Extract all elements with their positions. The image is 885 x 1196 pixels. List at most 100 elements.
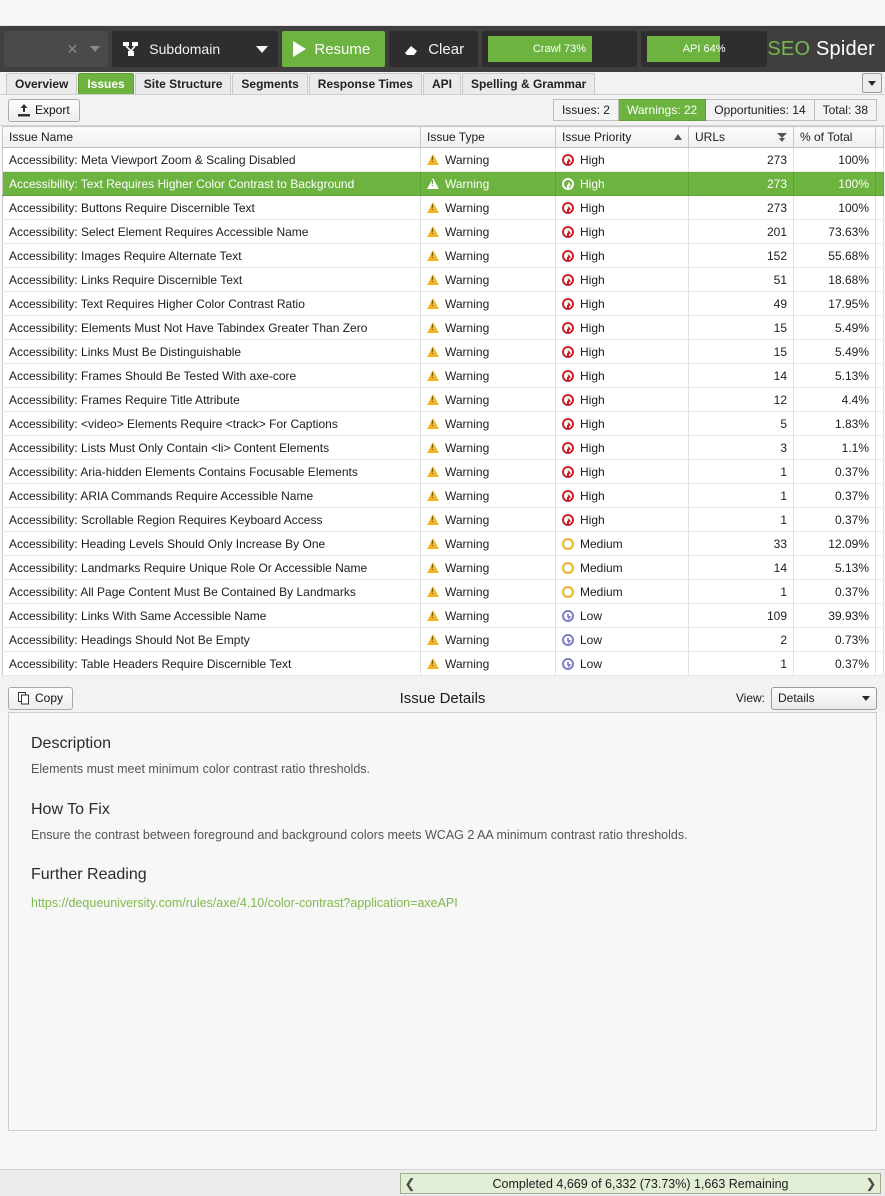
cell-issue-name: Accessibility: Landmarks Require Unique … (3, 556, 421, 580)
cell-issue-priority: Low (556, 604, 689, 628)
tab-overview[interactable]: Overview (6, 73, 77, 94)
chevron-down-icon[interactable] (90, 46, 100, 52)
cell-issue-name: Accessibility: Links With Same Accessibl… (3, 604, 421, 628)
tab-overflow-button[interactable] (862, 73, 882, 93)
issue-type-label: Warning (445, 153, 489, 167)
warning-icon (427, 634, 439, 645)
chevron-right-icon[interactable]: ❯ (862, 1177, 880, 1190)
issue-type-label: Warning (445, 513, 489, 527)
sort-ascending-icon[interactable] (674, 134, 682, 140)
table-row[interactable]: Accessibility: Meta Viewport Zoom & Scal… (3, 148, 884, 172)
view-select[interactable]: Details (771, 687, 877, 710)
col-header-extra[interactable]: ✚ (876, 127, 884, 148)
priority-label: High (580, 345, 605, 359)
crawl-scope-label: Subdomain (149, 41, 220, 57)
col-header-label: % of Total (800, 130, 852, 144)
table-row[interactable]: Accessibility: Buttons Require Discernib… (3, 196, 884, 220)
col-header-urls[interactable]: URLs (689, 127, 794, 148)
issue-type-label: Warning (445, 561, 489, 575)
cell-issue-priority: Medium (556, 532, 689, 556)
table-row[interactable]: Accessibility: Links Must Be Distinguish… (3, 340, 884, 364)
filter-icon[interactable] (777, 133, 787, 142)
cell-issue-priority: High (556, 220, 689, 244)
table-row[interactable]: Accessibility: Heading Levels Should Onl… (3, 532, 884, 556)
export-button[interactable]: Export (8, 99, 80, 122)
table-row[interactable]: Accessibility: All Page Content Must Be … (3, 580, 884, 604)
table-row[interactable]: Accessibility: ARIA Commands Require Acc… (3, 484, 884, 508)
priority-icon (562, 466, 574, 478)
priority-icon (562, 538, 574, 550)
cell-extra (876, 364, 884, 388)
cell-pct-of-total: 18.68% (794, 268, 876, 292)
counter-1[interactable]: Warnings: 22 (619, 99, 706, 121)
cell-pct-of-total: 5.13% (794, 556, 876, 580)
cell-issue-name: Accessibility: Table Headers Require Dis… (3, 652, 421, 676)
col-header-issue-priority[interactable]: Issue Priority (556, 127, 689, 148)
table-row[interactable]: Accessibility: Links With Same Accessibl… (3, 604, 884, 628)
tab-issues[interactable]: Issues (78, 73, 133, 94)
clear-button[interactable]: Clear (389, 31, 478, 67)
table-row[interactable]: Accessibility: Frames Should Be Tested W… (3, 364, 884, 388)
col-header-issue-type[interactable]: Issue Type (421, 127, 556, 148)
cell-extra (876, 388, 884, 412)
cell-issue-priority: High (556, 292, 689, 316)
crawl-scope-dropdown[interactable]: Subdomain (112, 31, 278, 67)
chevron-down-icon[interactable] (256, 46, 268, 53)
tab-spelling-grammar[interactable]: Spelling & Grammar (462, 73, 595, 94)
cell-pct-of-total: 12.09% (794, 532, 876, 556)
table-row[interactable]: Accessibility: Scrollable Region Require… (3, 508, 884, 532)
cell-pct-of-total: 5.49% (794, 340, 876, 364)
table-row[interactable]: Accessibility: Elements Must Not Have Ta… (3, 316, 884, 340)
tab-segments[interactable]: Segments (232, 73, 307, 94)
warning-icon (427, 298, 439, 309)
table-row[interactable]: Accessibility: Table Headers Require Dis… (3, 652, 884, 676)
cell-extra (876, 220, 884, 244)
table-row[interactable]: Accessibility: Select Element Requires A… (3, 220, 884, 244)
cell-issue-type: Warning (421, 268, 556, 292)
cell-issue-priority: High (556, 268, 689, 292)
tab-site-structure[interactable]: Site Structure (135, 73, 232, 94)
counter-2[interactable]: Opportunities: 14 (706, 99, 814, 121)
cell-urls: 5 (689, 412, 794, 436)
further-reading-link[interactable]: https://dequeuniversity.com/rules/axe/4.… (31, 896, 458, 910)
priority-label: High (580, 177, 605, 191)
warning-icon (427, 274, 439, 285)
table-row[interactable]: Accessibility: Landmarks Require Unique … (3, 556, 884, 580)
resume-button[interactable]: Resume (282, 31, 385, 67)
chevron-left-icon[interactable]: ❮ (401, 1177, 419, 1190)
col-header--of-total[interactable]: % of Total (794, 127, 876, 148)
priority-label: Medium (580, 585, 623, 599)
cell-urls: 1 (689, 580, 794, 604)
table-row[interactable]: Accessibility: Aria-hidden Elements Cont… (3, 460, 884, 484)
table-row[interactable]: Accessibility: Text Requires Higher Colo… (3, 172, 884, 196)
issue-type-label: Warning (445, 465, 489, 479)
cell-issue-priority: High (556, 508, 689, 532)
table-row[interactable]: Accessibility: Headings Should Not Be Em… (3, 628, 884, 652)
cell-pct-of-total: 0.37% (794, 580, 876, 604)
priority-icon (562, 490, 574, 502)
copy-button[interactable]: Copy (8, 687, 73, 710)
issue-type-label: Warning (445, 609, 489, 623)
table-row[interactable]: Accessibility: Text Requires Higher Colo… (3, 292, 884, 316)
counter-3[interactable]: Total: 38 (815, 99, 877, 121)
priority-icon (562, 394, 574, 406)
col-header-issue-name[interactable]: Issue Name (3, 127, 421, 148)
eraser-icon (403, 42, 420, 57)
close-icon[interactable]: ✕ (67, 42, 79, 56)
table-row[interactable]: Accessibility: Links Require Discernible… (3, 268, 884, 292)
tab-response-times[interactable]: Response Times (309, 73, 422, 94)
description-heading: Description (31, 735, 854, 753)
counter-0[interactable]: Issues: 2 (553, 99, 619, 121)
table-row[interactable]: Accessibility: Images Require Alternate … (3, 244, 884, 268)
table-row[interactable]: Accessibility: Frames Require Title Attr… (3, 388, 884, 412)
issue-type-label: Warning (445, 321, 489, 335)
brand-spider: Spider (816, 38, 875, 60)
table-row[interactable]: Accessibility: <video> Elements Require … (3, 412, 884, 436)
chevron-down-icon (868, 81, 876, 86)
table-row[interactable]: Accessibility: Lists Must Only Contain <… (3, 436, 884, 460)
warning-icon (427, 514, 439, 525)
cell-pct-of-total: 0.37% (794, 652, 876, 676)
url-history-group[interactable]: ✕ (4, 31, 108, 67)
tab-api[interactable]: API (423, 73, 461, 94)
cell-extra (876, 508, 884, 532)
